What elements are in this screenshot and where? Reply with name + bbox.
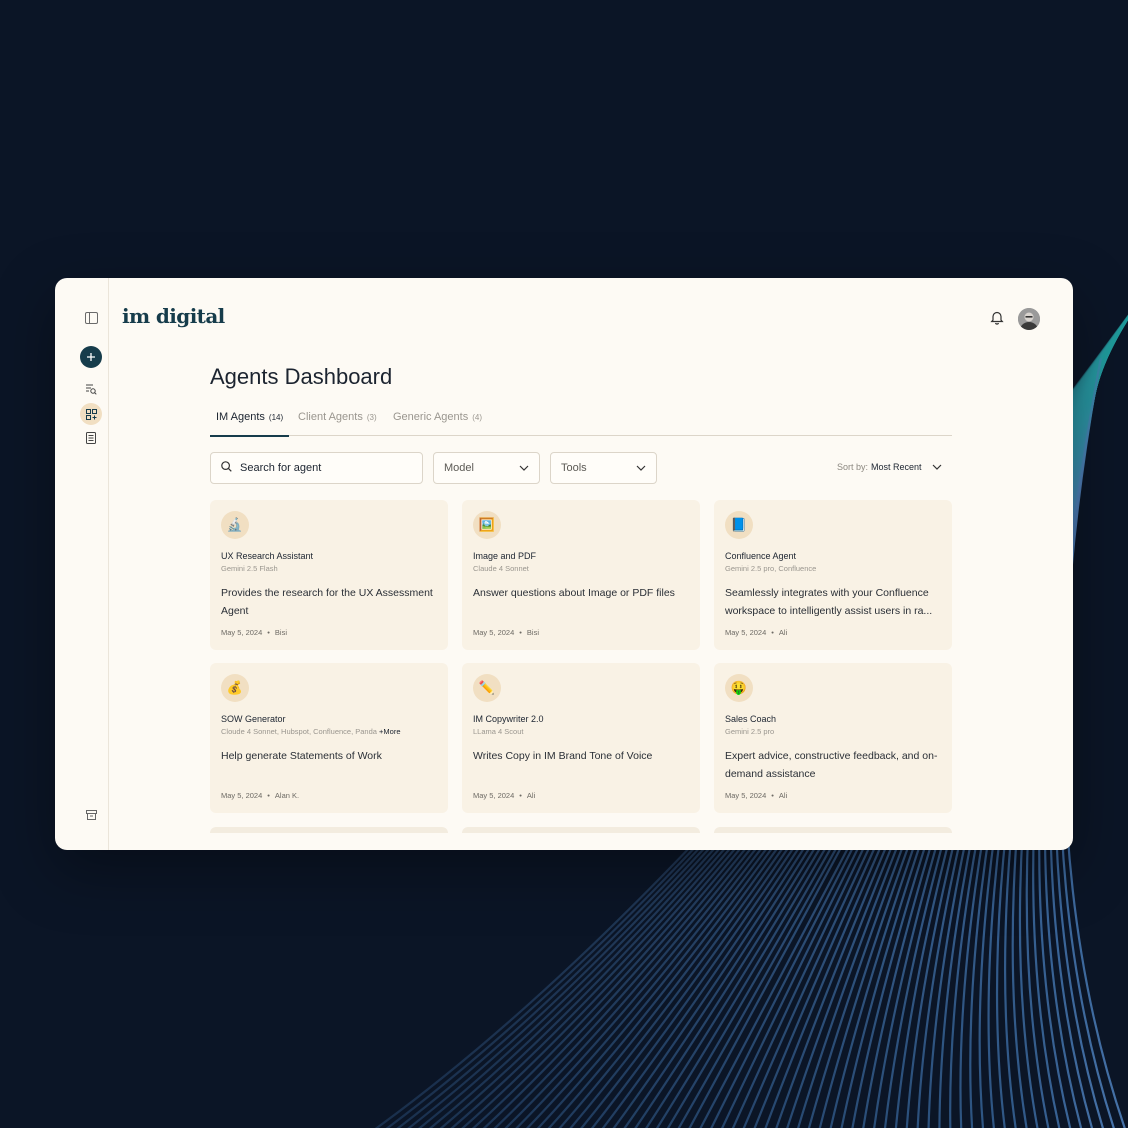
agent-description: Seamlessly integrates with your Confluen…: [725, 587, 933, 617]
agent-meta: May 5, 2024 • Ali: [725, 791, 787, 800]
document-icon[interactable]: [80, 427, 102, 449]
agent-tabs: IM Agents (14) Client Agents (3) Generic A…: [209, 411, 952, 437]
app-window: im digital Agents Dashboard IM Agents (14…: [55, 278, 1073, 850]
agent-name: Confluence Agent: [725, 551, 797, 561]
agent-date: May 5, 2024: [725, 791, 767, 800]
money-bag-icon: 💰: [221, 674, 249, 702]
microscope-icon: 🔬: [221, 511, 249, 539]
search-history-icon[interactable]: [80, 378, 102, 400]
agent-meta: May 5, 2024 • Bisi: [473, 628, 539, 637]
agent-meta: May 5, 2024 • Ali: [725, 628, 787, 637]
agent-name: Sales Coach: [725, 714, 777, 724]
sort-value: Most Recent: [871, 462, 922, 472]
agent-meta: May 5, 2024 • Bisi: [221, 628, 287, 637]
archive-icon[interactable]: [80, 804, 102, 826]
agent-name: UX Research Assistant: [221, 551, 314, 561]
tab-label: Client Agents: [298, 411, 363, 423]
sidebar-toggle-icon[interactable]: [80, 307, 102, 329]
agent-model: LLama 4 Scout: [473, 727, 523, 736]
agent-date: May 5, 2024: [221, 628, 263, 637]
agent-meta: May 5, 2024 • Ali: [473, 791, 535, 800]
money-face-icon: 🤑: [725, 674, 753, 702]
tab-count: (4): [472, 413, 482, 422]
agent-author: Ali: [778, 791, 788, 800]
agent-author: Ali: [526, 791, 536, 800]
agent-description: Help generate Statements of Work: [221, 750, 382, 762]
new-agent-button[interactable]: [80, 346, 102, 368]
agent-model-text: Claude 4 Sonnet: [473, 564, 529, 573]
tools-dropdown-label: Tools: [561, 462, 587, 474]
meta-separator: •: [267, 628, 270, 637]
more-tools-link[interactable]: +More: [379, 727, 400, 736]
agent-date: May 5, 2024: [725, 628, 767, 637]
tab-im-agents[interactable]: IM Agents (14): [209, 411, 290, 437]
agent-card[interactable]: 📘 Confluence Agent Gemini 2.5 pro, Confl…: [714, 500, 952, 650]
agent-author: Alan K.: [274, 791, 300, 800]
agent-card[interactable]: 🤑 Sales Coach Gemini 2.5 pro Expert advi…: [714, 663, 952, 813]
tab-client-agents[interactable]: Client Agents (3): [298, 411, 377, 436]
agent-card[interactable]: 🔬 UX Research Assistant Gemini 2.5 Flash…: [210, 500, 448, 650]
agent-author: Bisi: [526, 628, 540, 637]
tab-count: (3): [366, 413, 377, 422]
agent-model-text: Cloude 4 Sonnet, Hubspot, Confluence, Pa…: [221, 727, 377, 736]
tab-count: (14): [268, 413, 284, 422]
agent-model-text: Gemini 2.5 Flash: [221, 564, 278, 573]
agent-card-peek: [210, 827, 448, 833]
bell-icon[interactable]: [990, 310, 1004, 330]
agent-date: May 5, 2024: [473, 628, 515, 637]
search-input[interactable]: [240, 462, 400, 474]
tab-label: IM Agents: [216, 411, 265, 423]
agent-model-text: LLama 4 Scout: [473, 727, 524, 736]
book-icon: 📘: [725, 511, 753, 539]
tab-label: Generic Agents: [393, 411, 469, 423]
agent-card[interactable]: 🖼️ Image and PDF Claude 4 Sonnet Answer …: [462, 500, 700, 650]
agent-description: Writes Copy in IM Brand Tone of Voice: [473, 750, 653, 762]
agent-description: Provides the research for the UX Assessm…: [221, 587, 433, 617]
tools-dropdown[interactable]: Tools: [550, 452, 657, 484]
user-avatar[interactable]: [1018, 308, 1040, 330]
agent-model: Claude 4 Sonnet: [473, 564, 529, 573]
agents-grid-icon[interactable]: [80, 403, 102, 425]
chevron-down-icon: [636, 462, 646, 474]
meta-separator: •: [771, 791, 774, 800]
search-box[interactable]: [210, 452, 423, 484]
agent-model: Gemini 2.5 pro, Confluence: [725, 564, 816, 573]
agent-meta: May 5, 2024 • Alan K.: [221, 791, 299, 800]
chevron-down-icon: [922, 462, 942, 472]
page-title: Agents Dashboard: [210, 364, 393, 389]
agent-description: Expert advice, constructive feedback, an…: [725, 750, 938, 780]
chevron-down-icon: [519, 462, 529, 474]
picture-icon: 🖼️: [473, 511, 501, 539]
agent-date: May 5, 2024: [221, 791, 263, 800]
agent-author: Ali: [778, 628, 788, 637]
sidebar-rail: [55, 278, 109, 850]
agent-model: Gemini 2.5 pro: [725, 727, 774, 736]
agent-name: IM Copywriter 2.0: [473, 714, 544, 724]
agent-card-peek: [714, 827, 952, 833]
meta-separator: •: [519, 628, 522, 637]
agent-model-text: Gemini 2.5 pro, Confluence: [725, 564, 817, 573]
agent-model: Cloude 4 Sonnet, Hubspot, Confluence, Pa…: [221, 727, 401, 736]
agent-name: Image and PDF: [473, 551, 537, 561]
meta-separator: •: [519, 791, 522, 800]
model-dropdown-label: Model: [444, 462, 474, 474]
agent-date: May 5, 2024: [473, 791, 515, 800]
agent-card-peek: [462, 827, 700, 833]
meta-separator: •: [267, 791, 270, 800]
model-dropdown[interactable]: Model: [433, 452, 540, 484]
agent-model-text: Gemini 2.5 pro: [725, 727, 775, 736]
meta-separator: •: [771, 628, 774, 637]
agent-card[interactable]: ✏️ IM Copywriter 2.0 LLama 4 Scout Write…: [462, 663, 700, 813]
sort-dropdown[interactable]: Sort by: Most Recent: [837, 462, 942, 472]
pencil-icon: ✏️: [473, 674, 501, 702]
sort-prefix: Sort by:: [837, 462, 869, 472]
agent-card[interactable]: 💰 SOW Generator Cloude 4 Sonnet, Hubspot…: [210, 663, 448, 813]
agent-model: Gemini 2.5 Flash: [221, 564, 278, 573]
search-icon: [221, 459, 232, 477]
agent-description: Answer questions about Image or PDF file…: [473, 587, 675, 599]
brand-logo[interactable]: im digital: [122, 304, 225, 328]
agent-name: SOW Generator: [221, 714, 286, 724]
agent-author: Bisi: [274, 628, 288, 637]
tab-generic-agents[interactable]: Generic Agents (4): [393, 411, 482, 436]
